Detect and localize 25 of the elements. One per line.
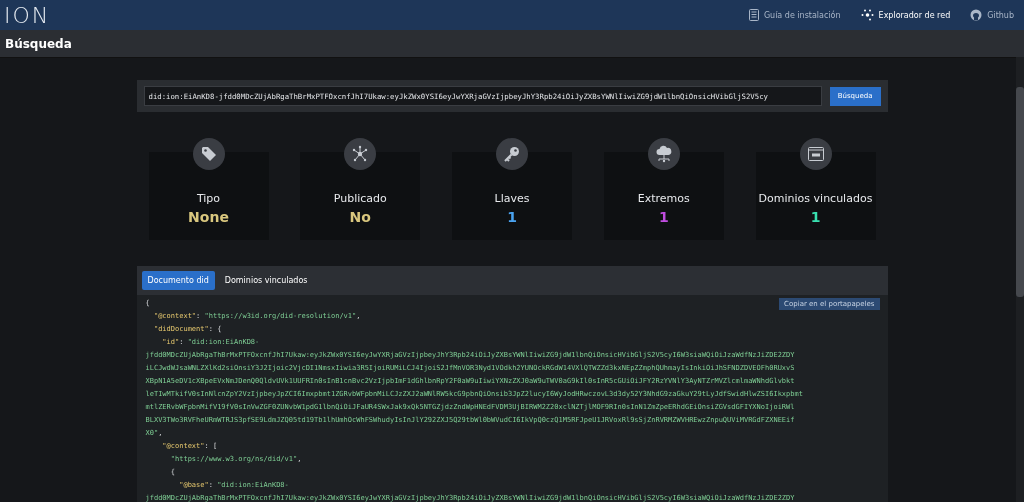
tab[interactable]: Documento did xyxy=(141,271,215,290)
stat-label: Publicado xyxy=(333,192,387,205)
stat-label: Extremos xyxy=(637,192,690,205)
stat-label: Llaves xyxy=(494,192,530,205)
document-icon xyxy=(748,9,759,21)
nav-link[interactable]: Guía de instalación xyxy=(748,9,841,21)
tab[interactable]: Dominios vinculados xyxy=(218,271,314,290)
key-icon xyxy=(503,145,521,163)
cloud-network-icon xyxy=(654,145,673,163)
web-address-icon xyxy=(806,145,825,163)
stat-value: No xyxy=(349,209,371,225)
stat-value: 1 xyxy=(507,209,517,225)
stat-value: 1 xyxy=(810,209,821,225)
nav-link[interactable]: Explorador de red xyxy=(860,9,951,21)
tag-icon xyxy=(199,145,218,163)
network-icon xyxy=(351,145,370,163)
stat-value: 1 xyxy=(658,209,669,225)
stat-value: None xyxy=(188,209,229,225)
network-icon xyxy=(860,9,874,21)
stat-label: Tipo xyxy=(196,192,221,205)
app-logo: ION xyxy=(4,2,51,28)
stat-label: Dominios vinculados xyxy=(758,192,873,205)
nav-link[interactable]: Github xyxy=(970,9,1014,21)
page-title: Búsqueda xyxy=(5,36,72,51)
github-icon xyxy=(970,9,983,21)
